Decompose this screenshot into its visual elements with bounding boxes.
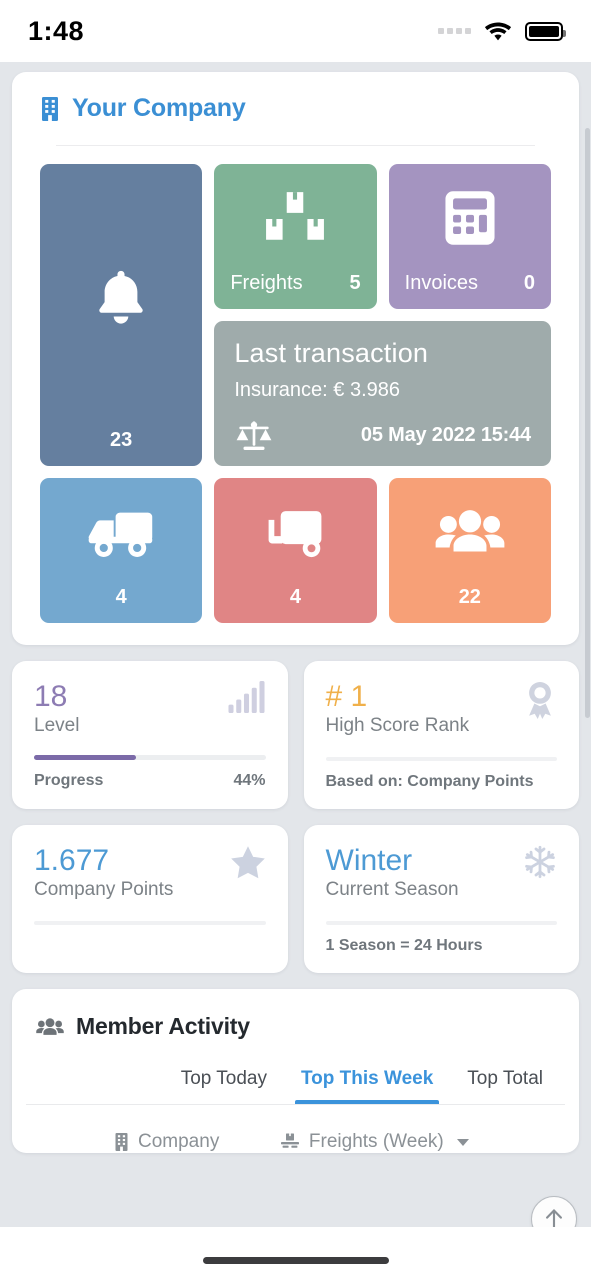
home-indicator[interactable] [202,1257,389,1264]
users-icon [36,1017,64,1037]
tile-trailers-value: 4 [289,586,302,608]
tab-top-this-week[interactable]: Top This Week [294,1068,440,1104]
last-transaction-date: 05 May 2022 15:44 [360,424,531,446]
tile-freights-label: Freights [230,272,303,294]
stat-season-divider [325,920,557,925]
company-card: Your Company 23 Freights 5 Invoices 0 La… [12,72,579,645]
stat-level-value: 18 [34,680,68,713]
column-header-company-label: Company [138,1131,220,1152]
building-icon [114,1133,129,1151]
stat-level-top: 18 Level [34,681,266,737]
calculator-icon [389,164,551,272]
bell-icon [40,164,202,429]
status-time: 1:48 [28,15,85,46]
chevron-down-icon[interactable] [456,1138,469,1146]
member-activity-card: Member Activity Top Today Top This Week … [12,989,579,1153]
status-indicators [438,21,566,41]
app-root: 1:48 Your Company 23 Freights 5 Invoices… [0,0,591,1280]
progress-bar [34,754,266,760]
users-icon [389,478,551,586]
stat-row-1: 18 Level Progress 44% # 1 High Score Ran… [12,661,579,809]
tile-trucks-value: 4 [115,586,127,608]
tile-freights-footer: Freights 5 [214,272,376,309]
progress-value: 44% [233,771,266,789]
last-transaction-title: Last transaction [234,338,429,368]
freight-icon [280,1133,300,1151]
stat-card-season[interactable]: Winter Current Season 1 Season = 24 Hour… [303,825,579,973]
building-icon [40,96,60,121]
tile-grid: 23 Freights 5 Invoices 0 Last transactio… [40,164,551,623]
column-header-freights[interactable]: Freights (Week) [280,1131,469,1153]
snowflake-icon [523,845,557,879]
tile-trailers-footer: 4 [214,586,376,623]
stat-card-level[interactable]: 18 Level Progress 44% [12,661,288,809]
stat-points-label: Company Points [34,878,174,900]
scales-icon [234,419,274,452]
activity-column-headers: Company Freights (Week) [36,1105,555,1153]
tile-members-footer: 22 [389,586,551,623]
company-title: Your Company [72,94,246,122]
stat-rank-label: High Score Rank [325,714,470,736]
tile-notifications-footer: 23 [40,429,202,466]
tile-freights-value: 5 [349,272,361,294]
stat-card-points[interactable]: 1.677 Company Points [12,825,288,973]
column-header-company[interactable]: Company [36,1131,280,1153]
tile-trailers[interactable]: 4 [214,478,377,623]
battery-full-icon [525,21,566,41]
company-header: Your Company [40,94,551,145]
tile-invoices-label: Invoices [404,272,479,294]
tile-members-value: 22 [458,586,481,608]
last-transaction-subtitle: Insurance: € 3.986 [234,379,401,401]
stat-rank-note: Based on: Company Points [325,772,534,790]
stat-season-label: Current Season [325,878,459,900]
tile-invoices-value: 0 [523,272,535,294]
member-activity-header: Member Activity [36,1013,555,1040]
tab-top-total[interactable]: Top Total [467,1068,543,1104]
stat-rank-divider [325,756,557,761]
divider [56,145,535,146]
tile-notifications-value: 23 [110,429,133,451]
boxes-icon [214,164,376,272]
vertical-scrollbar[interactable] [585,128,590,718]
home-indicator-area [0,1227,591,1280]
tile-invoices-footer: Invoices 0 [389,272,551,309]
stat-points-divider [34,920,266,925]
stat-card-rank[interactable]: # 1 High Score Rank Based on: Company Po… [303,661,579,809]
stat-row-2: 1.677 Company Points Winter Current Seas… [12,825,579,973]
tile-freights[interactable]: Freights 5 [214,164,377,309]
stat-level-label: Level [34,714,80,736]
member-activity-title: Member Activity [76,1013,250,1039]
stat-season-note: 1 Season = 24 Hours [325,936,483,954]
award-ribbon-icon [523,681,557,719]
status-bar: 1:48 [0,0,591,62]
tile-members[interactable]: 22 [388,478,551,623]
tab-top-today[interactable]: Top Today [181,1068,267,1104]
column-header-freights-label: Freights (Week) [308,1131,444,1152]
progress-bar-fill [34,754,136,760]
truck-icon [40,478,202,586]
stat-season-value: Winter [325,844,413,877]
tile-trucks-footer: 4 [40,586,202,623]
tile-last-transaction[interactable]: Last transaction Insurance: € 3.986 05 M… [214,321,551,466]
stat-rank-value: # 1 [325,680,368,713]
tile-invoices[interactable]: Invoices 0 [388,164,551,309]
signal-dots-icon [438,28,471,34]
signal-bars-icon [227,681,266,713]
stat-rank-top: # 1 High Score Rank [326,681,558,737]
star-icon [230,845,266,879]
stat-points-top: 1.677 Company Points [34,845,266,901]
stat-points-value: 1.677 [34,844,110,877]
tile-trucks[interactable]: 4 [40,478,203,623]
scroll-container[interactable]: Your Company 23 Freights 5 Invoices 0 La… [0,62,591,1227]
progress-label: Progress [34,771,104,789]
trailer-icon [214,478,376,586]
member-activity-tabs: Top Today Top This Week Top Total [36,1068,555,1104]
last-transaction-row: 05 May 2022 15:44 [234,419,531,452]
stat-level-footer: Progress 44% [34,772,266,790]
stat-season-top: Winter Current Season [326,845,558,901]
wifi-icon [484,21,512,41]
tile-notifications[interactable]: 23 [40,164,203,466]
